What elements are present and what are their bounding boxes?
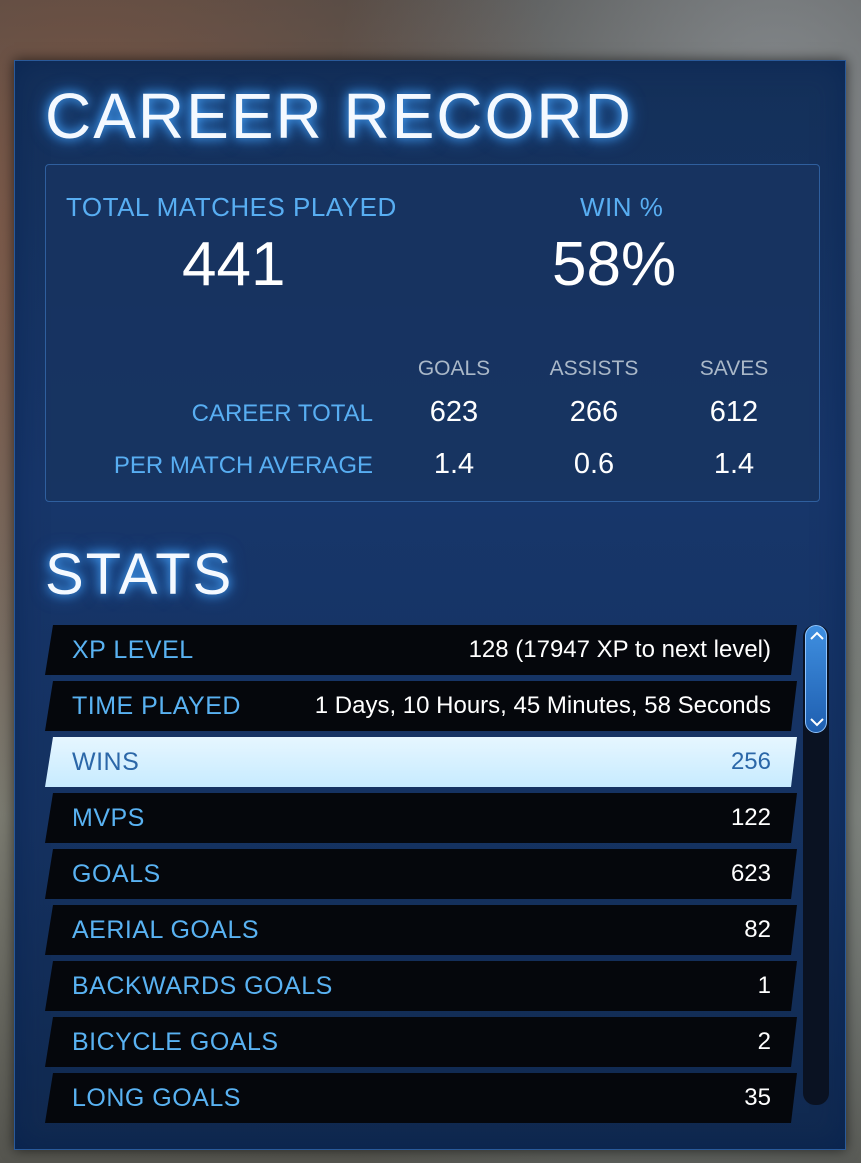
stat-value: 623 [730,860,771,887]
stat-name: GOALS [72,860,161,888]
stat-value: 128 (17947 XP to next level) [468,636,771,663]
stat-value: 122 [730,804,771,831]
row-label-per-match-average: PER MATCH AVERAGE [113,452,373,479]
stat-row-aerial-goals[interactable]: AERIAL GOALS 82 [45,905,797,955]
column-header-assists: ASSISTS [549,357,639,380]
stat-row-wins[interactable]: WINS 256 [45,737,797,787]
stat-value: 35 [744,1084,771,1111]
per-match-saves: 1.4 [713,448,755,480]
stat-row-bicycle-goals[interactable]: BICYCLE GOALS 2 [45,1017,797,1067]
stat-name: BICYCLE GOALS [72,1028,279,1056]
career-panel: CAREER RECORD TOTAL MATCHES PLAYED 441 W… [14,60,846,1150]
stat-value: 1 [757,972,771,999]
win-pct-value: 58% [552,230,677,299]
stat-row-mvps[interactable]: MVPS 122 [45,793,797,843]
stat-value: 256 [730,748,771,775]
stats-title: STATS [45,542,234,607]
win-pct-label: WIN % [580,192,664,222]
row-label-career-total: CAREER TOTAL [191,400,373,427]
stat-name: WINS [72,748,140,776]
stat-row-goals[interactable]: GOALS 623 [45,849,797,899]
career-record-box: TOTAL MATCHES PLAYED 441 WIN % 58% GOALS… [45,164,820,502]
column-header-saves: SAVES [699,357,769,380]
total-matches-value: 441 [182,230,286,299]
stat-row-xp-level[interactable]: XP LEVEL 128 (17947 XP to next level) [45,625,797,675]
stat-value: 82 [744,916,771,943]
per-match-assists: 0.6 [573,448,615,480]
career-record-title: CAREER RECORD [45,80,633,152]
per-match-goals: 1.4 [433,448,475,480]
scroll-thumb[interactable] [805,625,827,733]
stat-name: BACKWARDS GOALS [72,972,333,1000]
career-total-assists: 266 [569,396,619,428]
total-matches-label: TOTAL MATCHES PLAYED [66,192,397,222]
stat-name: LONG GOALS [72,1084,241,1112]
chevron-down-icon[interactable] [806,714,828,730]
stat-name: XP LEVEL [72,636,194,664]
stat-row-backwards-goals[interactable]: BACKWARDS GOALS 1 [45,961,797,1011]
stat-value: 2 [757,1028,771,1055]
career-total-saves: 612 [709,396,759,428]
column-header-goals: GOALS [417,357,491,380]
career-total-goals: 623 [429,396,479,428]
stat-name: AERIAL GOALS [72,916,260,944]
stat-row-time-played[interactable]: TIME PLAYED 1 Days, 10 Hours, 45 Minutes… [45,681,797,731]
stat-value: 1 Days, 10 Hours, 45 Minutes, 58 Seconds [314,692,771,719]
stat-name: MVPS [72,804,145,832]
stats-scrollbar[interactable] [803,625,829,1105]
stat-name: TIME PLAYED [72,692,241,720]
chevron-up-icon[interactable] [806,628,828,644]
stat-row-long-goals[interactable]: LONG GOALS 35 [45,1073,797,1123]
